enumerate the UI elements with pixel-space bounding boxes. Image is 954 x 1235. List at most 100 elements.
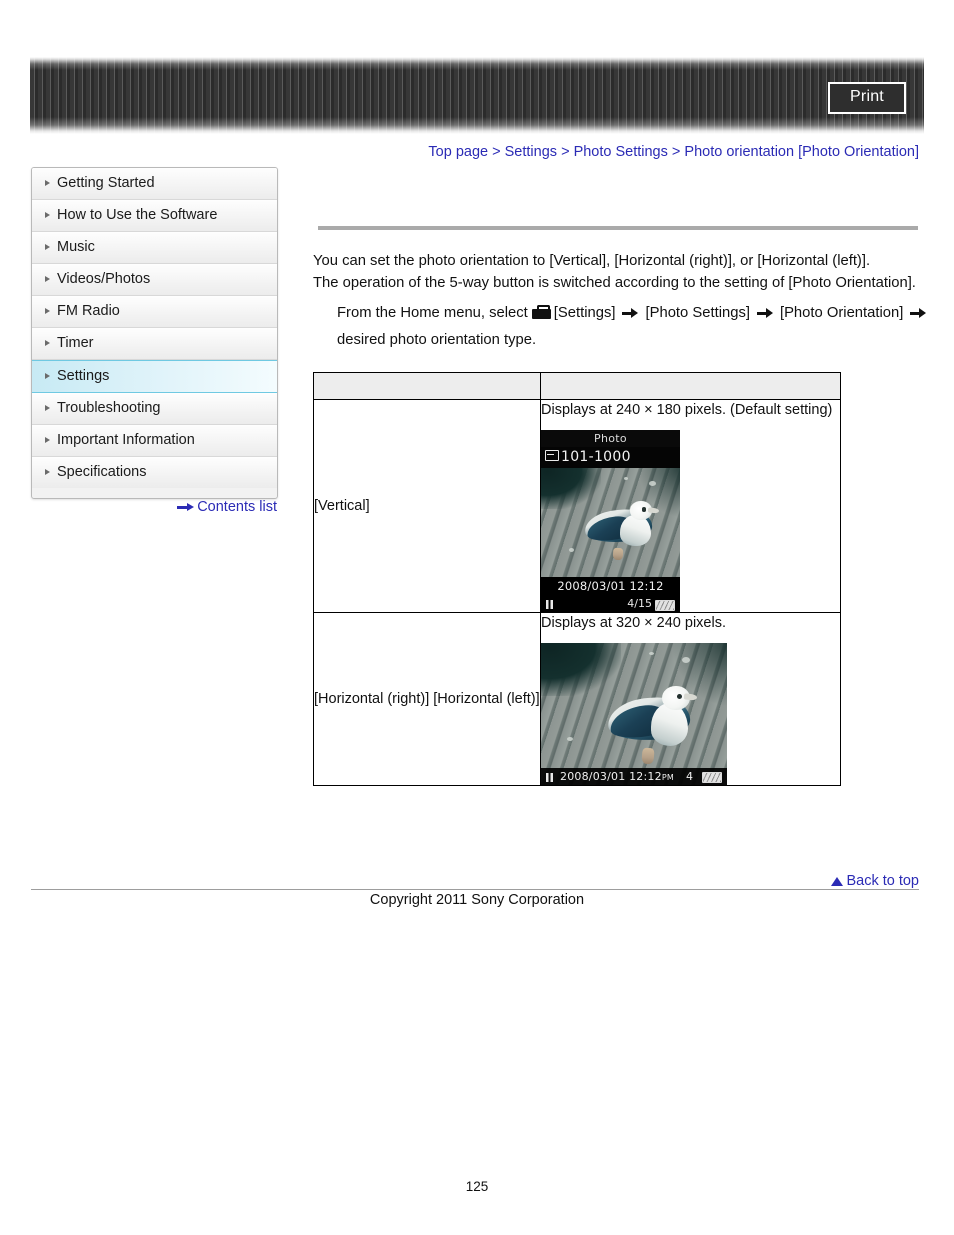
table-row: [Horizontal (right)] [Horizontal (left)]… [313, 612, 841, 786]
table-header-cell-description [540, 372, 841, 400]
contents-list-link[interactable]: Contents list [0, 498, 277, 516]
content-divider [318, 226, 918, 230]
triangle-right-icon [45, 405, 50, 411]
device-screen-vertical: Photo 101-1000 2008/03/01 12:12 4/15 [541, 430, 680, 612]
sidebar-item-label: Videos/Photos [57, 271, 151, 287]
breadcrumb-separator: > [561, 144, 570, 160]
breadcrumb-item-top-page[interactable]: Top page [428, 144, 488, 160]
sidebar-item-label: Troubleshooting [57, 400, 161, 416]
device-date-ampm: PM [661, 773, 674, 782]
triangle-right-icon [45, 340, 50, 346]
device-date: 2008/03/01 12:12 [557, 579, 664, 593]
arrow-right-icon [910, 308, 927, 318]
description-text: Displays at 320 × 240 pixels. [541, 615, 726, 631]
step-prefix: From the Home menu, select [337, 305, 528, 321]
deck-spot [567, 736, 574, 741]
triangle-right-icon [45, 244, 50, 250]
sidebar-item-getting-started[interactable]: Getting Started [32, 168, 277, 200]
triangle-right-icon [45, 276, 50, 282]
sidebar-item-important-information[interactable]: Important Information [32, 425, 277, 457]
device-status-bar-horizontal: 2008/03/01 12:12PM 4 [541, 768, 727, 785]
triangle-right-icon [45, 180, 50, 186]
intro-paragraph: You can set the photo orientation to [Ve… [313, 250, 928, 294]
sidebar-nav: Getting Started How to Use the Software … [31, 167, 278, 499]
footer-divider [31, 889, 919, 890]
deck-spot [568, 547, 574, 552]
sidebar-item-label: Timer [57, 335, 94, 351]
steps-paragraph: From the Home menu, select [Settings] [Pho… [337, 300, 937, 354]
sidebar-item-label: Music [57, 239, 95, 255]
sidebar-item-label: Specifications [57, 464, 147, 480]
row-label-horizontal: [Horizontal (right)] [Horizontal (left)] [313, 612, 541, 786]
photo-seagull-horizontal [541, 643, 727, 785]
photo-orientation-table: [Vertical] Displays at 240 × 180 pixels.… [313, 372, 841, 786]
sidebar-item-label: Important Information [57, 432, 195, 448]
deck-spot [648, 651, 654, 655]
triangle-right-icon [45, 437, 50, 443]
battery-icon [702, 772, 722, 783]
intro-line-1: You can set the photo orientation to [Ve… [313, 253, 871, 269]
breadcrumb-item-photo-orientation[interactable]: Photo orientation [Photo Orientation] [684, 144, 919, 160]
device-date: 2008/03/01 12:12PM [560, 770, 674, 783]
steps-line-1: From the Home menu, select [Settings] [Pho… [337, 300, 937, 327]
device-photo-count: 4/15 [627, 597, 652, 610]
triangle-right-icon [45, 469, 50, 475]
row-label-vertical: [Vertical] [313, 399, 541, 613]
sidebar-item-music[interactable]: Music [32, 232, 277, 264]
contents-list-label: Contents list [197, 499, 277, 515]
triangle-right-icon [45, 308, 50, 314]
intro-line-2: The operation of the 5-way button is swi… [313, 275, 916, 291]
settings-toolbox-icon [531, 305, 551, 319]
device-screen-horizontal: 2008/03/01 12:12PM 4 [541, 643, 727, 785]
step-item-photo-orientation: [Photo Orientation] [779, 305, 904, 321]
device-screen-title: Photo [541, 430, 680, 447]
sidebar-item-label: Getting Started [57, 175, 155, 191]
breadcrumb-separator: > [671, 144, 681, 160]
pause-icon [546, 772, 553, 782]
row-description-vertical: Displays at 240 × 180 pixels. (Default s… [540, 399, 841, 613]
arrow-right-icon [756, 308, 773, 318]
step-item-photo-settings: [Photo Settings] [645, 305, 750, 321]
breadcrumb: Top page > Settings > Photo Settings > P… [0, 143, 919, 161]
step-item-settings: [Settings] [553, 305, 616, 321]
description-text: Displays at 240 × 180 pixels. (Default s… [541, 402, 833, 418]
sidebar-item-label: Settings [57, 368, 110, 384]
seagull [584, 501, 659, 561]
device-file-number-row: 101-1000 [541, 447, 680, 468]
table-row: [Vertical] Displays at 240 × 180 pixels.… [313, 399, 841, 613]
breadcrumb-separator: > [492, 144, 501, 160]
sidebar-item-timer[interactable]: Timer [32, 328, 277, 360]
steps-line-2: desired photo orientation type. [337, 332, 537, 348]
copyright-text: Copyright 2011 Sony Corporation [369, 892, 585, 908]
sidebar-item-fm-radio[interactable]: FM Radio [32, 296, 277, 328]
sidebar-item-settings[interactable]: Settings [32, 360, 277, 393]
sidebar-item-troubleshooting[interactable]: Troubleshooting [32, 393, 277, 425]
device-status-bar: 4/15 [541, 596, 680, 612]
table-header-row [313, 372, 841, 400]
back-to-top-link[interactable]: Back to top [0, 872, 919, 890]
page-number: 125 [465, 1179, 489, 1194]
sidebar-item-label: FM Radio [57, 303, 120, 319]
device-photo-count: 4 [686, 770, 693, 783]
breadcrumb-item-settings[interactable]: Settings [505, 144, 557, 160]
table-header-cell-setting [313, 372, 541, 400]
sidebar-item-specifications[interactable]: Specifications [32, 457, 277, 488]
sidebar-item-videos-photos[interactable]: Videos/Photos [32, 264, 277, 296]
print-button[interactable]: Print [828, 82, 906, 114]
triangle-right-icon [45, 212, 50, 218]
row-description-horizontal: Displays at 320 × 240 pixels. 2008/03/01… [540, 612, 841, 786]
photo-seagull-vertical [541, 468, 680, 579]
device-footer-vertical: 2008/03/01 12:12 4/15 [541, 577, 680, 612]
triangle-up-icon [831, 877, 844, 886]
battery-icon [655, 599, 675, 611]
sidebar-item-how-to-use-the-software[interactable]: How to Use the Software [32, 200, 277, 232]
seagull [606, 685, 698, 766]
device-file-number: 101-1000 [561, 449, 631, 465]
arrow-right-icon [177, 503, 195, 512]
sidebar-item-label: How to Use the Software [57, 207, 218, 223]
breadcrumb-item-photo-settings[interactable]: Photo Settings [574, 144, 668, 160]
folder-icon [545, 450, 559, 461]
arrow-right-icon [622, 308, 639, 318]
back-to-top-label: Back to top [846, 873, 919, 889]
triangle-right-icon [45, 373, 50, 379]
